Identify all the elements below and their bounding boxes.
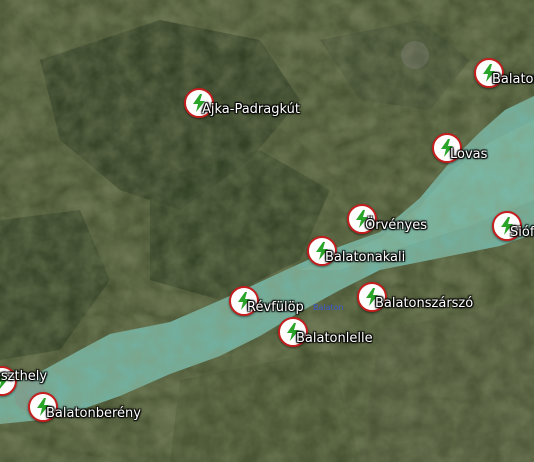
marker-label: Siófo (510, 225, 534, 240)
marker-balatonszarszo[interactable]: Balatonszárszó (357, 282, 473, 312)
marker-orvenyes[interactable]: Örvényes (347, 204, 427, 234)
satellite-map[interactable]: Balaton Ajka-Padragkút Balaton Lovas Örv… (0, 0, 534, 462)
marker-label: Balaton (492, 72, 534, 87)
marker-balatonakali[interactable]: Balatonakali (307, 236, 405, 266)
marker-label: Keszthely (0, 369, 48, 384)
satellite-terrain (0, 0, 534, 462)
marker-label: Ajka-Padragkút (202, 102, 300, 117)
marker-label: Balatonberény (46, 406, 141, 421)
marker-label: Révfülöp (247, 300, 304, 315)
marker-keszthely[interactable]: Keszthely (0, 366, 47, 396)
marker-label: Balatonlelle (296, 331, 373, 346)
marker-label: Lovas (450, 147, 488, 162)
marker-balatonlelle[interactable]: Balatonlelle (278, 317, 373, 347)
marker-revfulop[interactable]: Révfülöp (229, 286, 304, 316)
marker-ajka[interactable]: Ajka-Padragkút (184, 88, 300, 118)
lake-label: Balaton (313, 303, 344, 312)
marker-label: Balatonakali (325, 250, 406, 265)
marker-balatonfured[interactable]: Balaton (474, 58, 534, 88)
marker-lovas[interactable]: Lovas (432, 133, 487, 163)
marker-label: Balatonszárszó (375, 296, 474, 311)
marker-siofok[interactable]: Siófo (492, 211, 534, 241)
marker-balatonbereny[interactable]: Balatonberény (28, 392, 141, 422)
marker-label: Örvényes (365, 218, 427, 233)
